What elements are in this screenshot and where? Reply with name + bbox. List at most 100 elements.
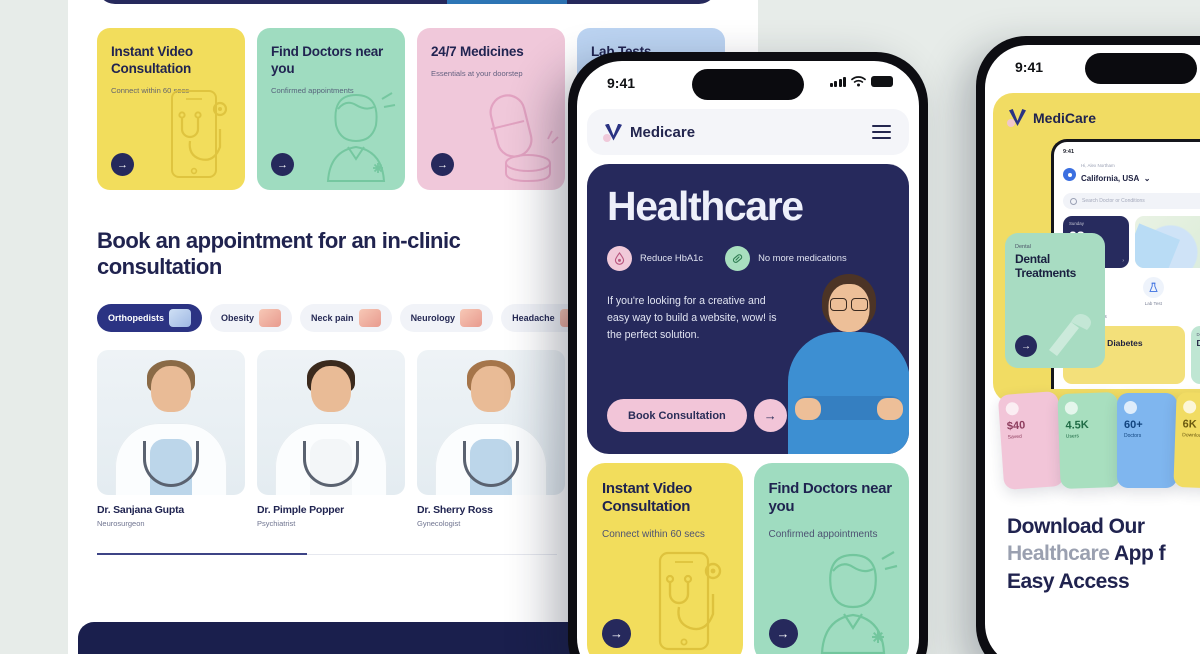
- doctor-photo: [97, 350, 245, 495]
- stat-label: Saved: [1007, 433, 1023, 441]
- feature-card-medicines[interactable]: 24/7 Medicines Essentials at your doorst…: [417, 28, 565, 190]
- doctor-portrait-icon: [820, 551, 898, 654]
- quick-action-lab-test[interactable]: Lab Test: [1133, 277, 1173, 306]
- mobile-card-instant-video[interactable]: Instant Video Consultation Connect withi…: [587, 463, 743, 654]
- stat-card-row: $40 Saved 4.5K Users 60+ Doctors 6K Down…: [985, 375, 1200, 510]
- doctor-name: Dr. Pimple Popper: [257, 504, 345, 516]
- ambulance-icon: [1005, 401, 1020, 416]
- mobile-card-find-doctors[interactable]: Find Doctors near you Confirmed appointm…: [753, 463, 909, 654]
- battery-icon: [871, 76, 893, 87]
- floating-dental-card[interactable]: Dental Dental Treatments →: [1005, 233, 1105, 368]
- wifi-icon: [851, 76, 866, 87]
- glasses-icon: [830, 298, 868, 311]
- feature-card-title: Instant Video Consultation: [111, 44, 193, 76]
- mobile-card-arrow-icon[interactable]: →: [602, 619, 631, 648]
- floating-card-arrow-icon[interactable]: →: [1015, 335, 1037, 357]
- hamburger-menu-icon[interactable]: [872, 124, 891, 140]
- feature-card-title: 24/7 Medicines: [431, 44, 524, 59]
- stat-value: 4.5K: [1065, 419, 1089, 432]
- pill-capsule-icon: [489, 94, 559, 183]
- download-heading-line3: Easy Access: [1007, 569, 1130, 593]
- app-bar: Medicare: [587, 109, 909, 155]
- knee-icon: [169, 309, 192, 327]
- stat-card-downloads[interactable]: 6K Downloads: [1173, 391, 1200, 490]
- carousel-scrollbar-thumb[interactable]: [97, 553, 307, 555]
- doctor-card[interactable]: Dr. Sanjana Gupta Neurosurgeon: [97, 350, 245, 528]
- signal-bars-icon: [829, 76, 846, 87]
- brain-icon: [460, 309, 483, 327]
- brand-logo[interactable]: MediCare: [1007, 109, 1200, 127]
- status-bar-indicators: [829, 76, 893, 87]
- doctor-name: Dr. Sanjana Gupta: [97, 504, 185, 516]
- stat-label: Doctors: [1124, 433, 1142, 439]
- belly-icon: [259, 309, 282, 327]
- face-icon: [471, 366, 511, 412]
- web-hero-banner: is the perfect solution.: [97, 0, 717, 4]
- status-bar: 9:41: [577, 61, 919, 105]
- doctor-specialty: Psychiatrist: [257, 519, 296, 528]
- greeting-text: Hi, Alex Northam: [1081, 163, 1115, 168]
- date-next-button[interactable]: ›: [1122, 258, 1124, 264]
- mobile-card-arrow-icon[interactable]: →: [768, 619, 798, 648]
- category-pill-label: Orthopedists: [108, 313, 165, 323]
- hero-cta-group: Book Consultation →: [607, 399, 787, 432]
- category-pill-orthopedists[interactable]: Orthopedists: [97, 304, 203, 332]
- category-pill-neurology[interactable]: Neurology: [399, 304, 494, 332]
- category-pill-label: Neurology: [410, 313, 456, 323]
- dental-tools-icon: [1049, 314, 1091, 356]
- mobile-card-title: Find Doctors near you: [768, 480, 893, 516]
- quick-action-label: Lab Test: [1144, 301, 1162, 306]
- chevron-down-icon[interactable]: ⌄: [1144, 174, 1151, 183]
- hand-icon: [877, 398, 903, 420]
- feature-card-title: Find Doctors near you: [271, 44, 384, 76]
- feature-card-arrow-icon[interactable]: →: [431, 153, 454, 176]
- date-weekday: Sunday: [1069, 221, 1084, 226]
- scrubs-icon: [788, 332, 909, 454]
- hero-feature-label: No more medications: [758, 252, 847, 264]
- cta-arrow-icon[interactable]: →: [753, 399, 787, 432]
- doctor-photo: [417, 350, 565, 495]
- appointment-heading: Book an appointment for an in-clinic con…: [97, 228, 461, 279]
- brand-logo[interactable]: Medicare: [603, 124, 695, 142]
- mobile-card-title: Instant Video Consultation: [602, 480, 693, 516]
- category-pill-row: Orthopedists Obesity Neck pain Neurology…: [97, 304, 640, 332]
- blood-drop-icon: [607, 246, 632, 271]
- users-icon: [1064, 401, 1079, 415]
- v-logo-icon: [603, 124, 622, 142]
- download-section: Download Our Healthcare App f Easy Acces…: [1007, 513, 1200, 595]
- feature-card-find-doctors[interactable]: Find Doctors near you Confirmed appointm…: [257, 28, 405, 190]
- dynamic-island: [692, 69, 804, 100]
- stat-label: Downloads: [1182, 432, 1200, 440]
- doctor-card[interactable]: Dr. Sherry Ross Gynecologist: [417, 350, 565, 528]
- feature-card-arrow-icon[interactable]: →: [271, 153, 294, 176]
- stat-card-saved[interactable]: $40 Saved: [997, 391, 1065, 490]
- feature-card-arrow-icon[interactable]: →: [111, 153, 134, 176]
- search-input[interactable]: Search Doctor or Conditions: [1063, 193, 1200, 209]
- featured-card-kicker: Dental: [1196, 332, 1200, 337]
- phone-stethoscope-icon: [171, 90, 228, 178]
- category-pill-obesity[interactable]: Obesity: [210, 304, 293, 332]
- doctor-card[interactable]: Dr. Pimple Popper Psychiatrist: [257, 350, 405, 528]
- location-selector[interactable]: Hi, Alex Northam California, USA ⌄: [1063, 163, 1200, 186]
- nested-status-time: 9:41: [1063, 149, 1075, 155]
- stat-card-doctors[interactable]: 60+ Doctors: [1117, 393, 1177, 488]
- floating-card-title: Dental Treatments: [1015, 252, 1077, 280]
- hero-banner: Healthcare Reduce HbA1c No more medicati…: [587, 164, 909, 454]
- status-bar-time: 9:41: [607, 75, 636, 91]
- map-preview[interactable]: [1135, 216, 1200, 268]
- pill-icon: [725, 246, 751, 271]
- category-pill-neck-pain[interactable]: Neck pain: [300, 304, 392, 332]
- feature-card-instant-video[interactable]: Instant Video Consultation Connect withi…: [97, 28, 245, 190]
- download-icon: [1182, 400, 1197, 414]
- stat-value: $40: [1006, 419, 1026, 433]
- dynamic-island: [1085, 53, 1197, 84]
- category-pill-label: Obesity: [221, 313, 255, 323]
- book-consultation-button[interactable]: Book Consultation: [607, 399, 747, 432]
- face-icon: [151, 366, 191, 412]
- mobile-feature-cards: Instant Video Consultation Connect withi…: [587, 463, 909, 654]
- doctor-photo: [257, 350, 405, 495]
- stat-value: 6K: [1182, 418, 1197, 431]
- stat-value: 60+: [1124, 419, 1143, 431]
- stat-card-users[interactable]: 4.5K Users: [1057, 391, 1121, 490]
- web-hero-figure-icon: [447, 0, 567, 4]
